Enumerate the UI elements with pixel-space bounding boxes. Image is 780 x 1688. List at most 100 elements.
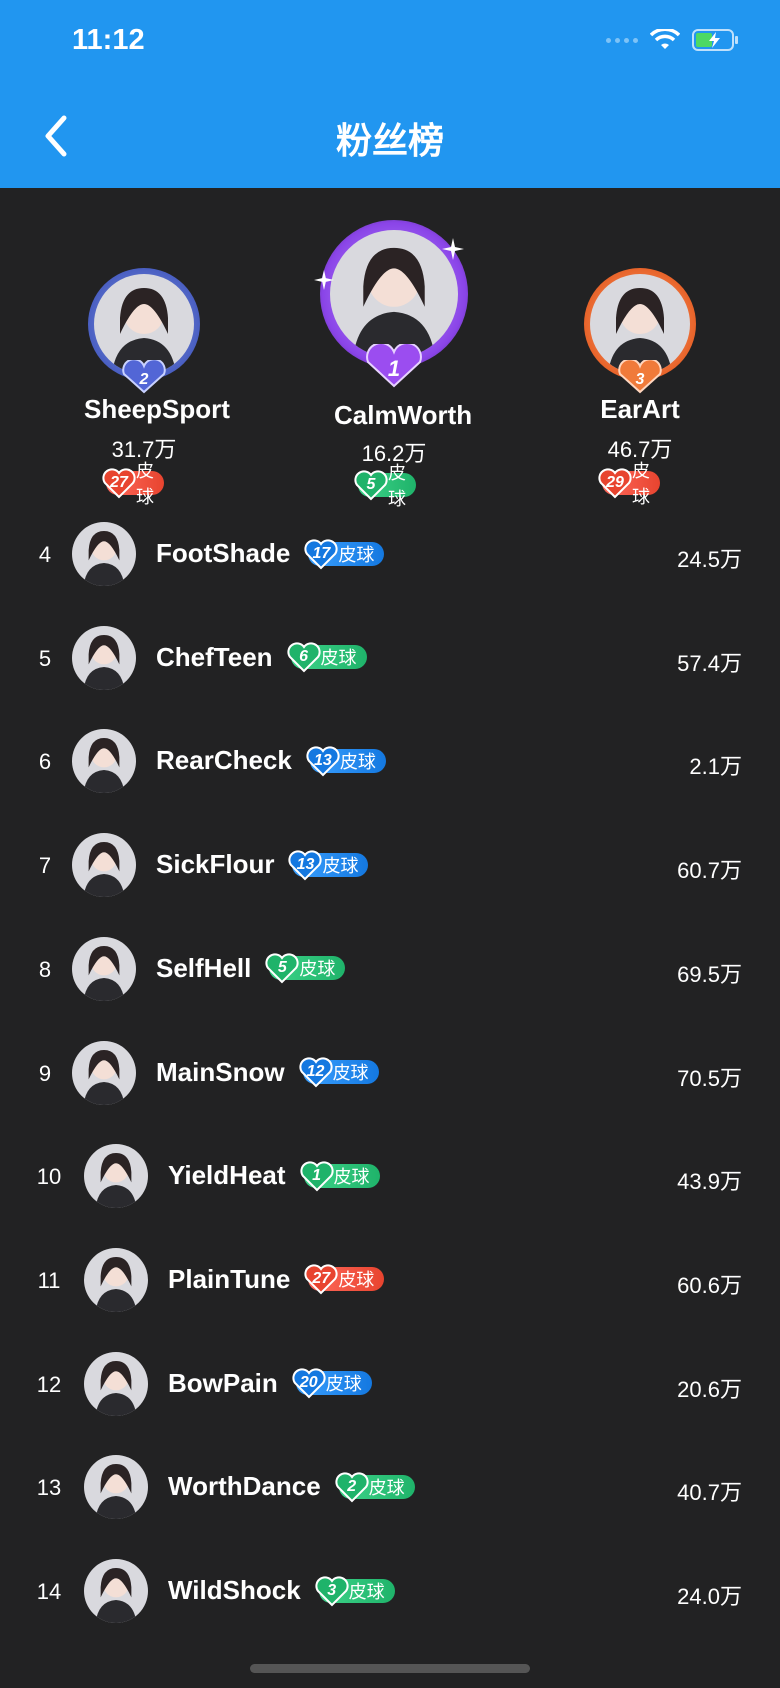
avatar — [590, 274, 690, 374]
rank-number: 5 — [38, 645, 52, 671]
fan-value: 60.7万 — [677, 858, 742, 884]
level-number: 13 — [313, 751, 332, 769]
fan-value: 40.7万 — [677, 1480, 742, 1506]
user-name: BowPain — [168, 1367, 278, 1398]
name-group: SelfHell 5 皮球 — [156, 953, 346, 984]
name-group: FootShade 17 皮球 — [156, 538, 385, 569]
avatar — [72, 729, 136, 794]
fan-value: 57.4万 — [677, 650, 742, 676]
name-group: WildShock 3 皮球 — [168, 1575, 395, 1606]
level-number: 29 — [606, 474, 624, 491]
avatar — [84, 1144, 148, 1209]
user-name: PlainTune — [168, 1263, 291, 1294]
level-badge: 17 皮球 — [304, 538, 385, 569]
level-badge: 6 皮球 — [286, 642, 367, 673]
medal-1-icon: 1 — [366, 344, 422, 388]
podium-name: EarArt — [600, 394, 680, 424]
badge-label: 皮球 — [348, 1581, 385, 1602]
avatar — [72, 833, 136, 898]
level-badge: 27 皮球 — [102, 461, 164, 507]
level-badge: 12 皮球 — [299, 1057, 379, 1088]
avatar — [72, 1040, 136, 1105]
rank-number: 12 — [36, 1371, 62, 1397]
rank-number: 10 — [36, 1164, 62, 1190]
level-number: 2 — [347, 1477, 357, 1495]
list-item[interactable]: 5 ChefTeen 6 皮球 57.4万 — [0, 604, 780, 708]
fan-value: 2.1万 — [689, 754, 742, 780]
medal-2-icon: 2 — [122, 360, 166, 394]
level-badge: 2 皮球 — [335, 1472, 415, 1503]
sparkle-icon — [314, 270, 334, 290]
user-name: MainSnow — [156, 1056, 285, 1087]
rank-number: 13 — [36, 1475, 62, 1501]
badge-label: 皮球 — [339, 751, 376, 772]
level-badge-pill: 29 皮球 — [598, 461, 660, 507]
list-item[interactable]: 11 PlainTune 27 皮球 60.6万 — [0, 1226, 780, 1330]
avatar — [84, 1247, 148, 1312]
user-name: FootShade — [156, 538, 291, 568]
svg-text:2: 2 — [139, 371, 149, 388]
list-item[interactable]: 4 FootShade 17 皮球 24.5万 — [0, 500, 780, 604]
level-number: 5 — [277, 959, 287, 977]
level-badge: 5 皮球 — [265, 953, 346, 984]
level-badge-pill: 5 皮球 — [354, 463, 416, 509]
name-group: WorthDance 2 皮球 — [168, 1471, 415, 1503]
level-number: 27 — [312, 1270, 331, 1288]
badge-label: 皮球 — [338, 1270, 375, 1291]
user-name: WorthDance — [168, 1471, 321, 1502]
fan-value: 24.5万 — [677, 547, 742, 572]
fan-value: 69.5万 — [677, 961, 742, 987]
badge-label: 皮球 — [299, 959, 336, 980]
podium: 2 SheepSport 31.7万 27 皮球 1 CalmWorth 16.… — [0, 0, 780, 509]
user-name: RearCheck — [156, 745, 292, 776]
list-item[interactable]: 14 WildShock 3 皮球 24.0万 — [0, 1537, 780, 1641]
podium-name: CalmWorth — [334, 400, 473, 430]
level-badge: 5 皮球 — [354, 463, 416, 509]
name-group: SickFlour 13 皮球 — [156, 849, 369, 881]
user-name: YieldHeat — [168, 1160, 286, 1191]
avatar — [330, 230, 458, 358]
rank-number: 7 — [38, 853, 52, 879]
list-item[interactable]: 6 RearCheck 13 皮球 2.1万 — [0, 707, 780, 811]
level-number: 12 — [306, 1063, 325, 1080]
level-number: 20 — [299, 1374, 318, 1392]
rank-number: 8 — [38, 956, 52, 982]
badge-label: 皮球 — [325, 1374, 362, 1395]
level-badge-pill: 27 皮球 — [102, 461, 164, 507]
level-number: 6 — [299, 648, 308, 666]
sparkle-icon — [442, 238, 464, 260]
level-number: 17 — [312, 544, 331, 562]
list-item[interactable]: 13 WorthDance 2 皮球 40.7万 — [0, 1433, 780, 1537]
fan-value: 70.5万 — [677, 1065, 742, 1091]
name-group: MainSnow 12 皮球 — [156, 1057, 379, 1088]
medal-3-icon: 3 — [618, 360, 662, 394]
level-badge: 3 皮球 — [315, 1575, 395, 1606]
avatar — [72, 625, 136, 690]
rank-number: 11 — [37, 1267, 61, 1293]
badge-label: 皮球 — [338, 544, 375, 565]
level-badge: 20 皮球 — [292, 1368, 372, 1399]
user-name: WildShock — [168, 1575, 301, 1605]
fan-value: 43.9万 — [677, 1169, 742, 1195]
avatar — [72, 522, 136, 586]
name-group: YieldHeat 1 皮球 — [168, 1160, 380, 1192]
rank-number: 6 — [38, 749, 52, 775]
badge-label: 皮球 — [368, 1477, 405, 1498]
avatar — [72, 936, 136, 1001]
fan-value: 60.6万 — [677, 1272, 742, 1298]
list-item[interactable]: 10 YieldHeat 1 皮球 43.9万 — [0, 1122, 780, 1226]
list-item[interactable]: 8 SelfHell 5 皮球 69.5万 — [0, 915, 780, 1019]
svg-text:1: 1 — [388, 356, 400, 381]
level-number: 1 — [312, 1166, 321, 1184]
list-item[interactable]: 12 BowPain 20 皮球 20.6万 — [0, 1330, 780, 1434]
badge-label: 皮球 — [333, 1166, 370, 1187]
list-item[interactable]: 7 SickFlour 13 皮球 60.7万 — [0, 811, 780, 915]
avatar — [84, 1455, 148, 1520]
level-number: 3 — [327, 1581, 337, 1599]
level-badge: 1 皮球 — [299, 1161, 380, 1192]
rank-number: 14 — [36, 1579, 62, 1604]
user-name: ChefTeen — [156, 641, 273, 672]
list-item[interactable]: 9 MainSnow 12 皮球 70.5万 — [0, 1019, 780, 1123]
badge-label: 皮球 — [322, 855, 359, 876]
level-badge: 27 皮球 — [304, 1264, 385, 1295]
